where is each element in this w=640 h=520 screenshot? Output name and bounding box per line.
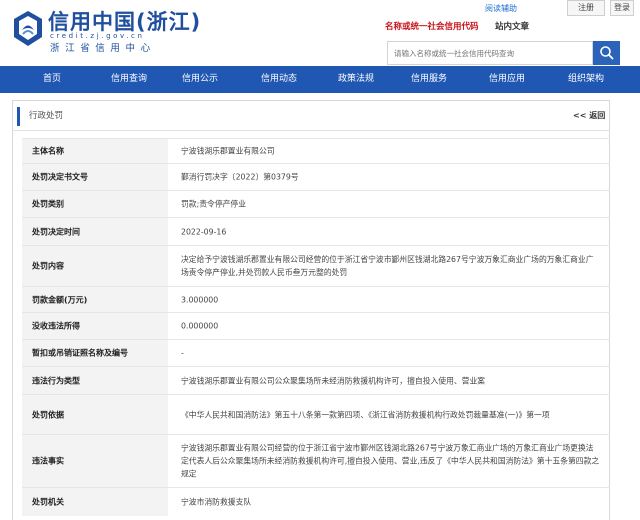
detail-row: 处罚依据 《中华人民共和国消防法》第五十八条第一款第四项、《浙江省消防救援机构行… [22, 394, 610, 434]
search-icon [600, 46, 614, 60]
search-input[interactable] [387, 41, 593, 65]
nav-item-organization[interactable]: 组织架构 [557, 66, 615, 93]
search-button[interactable] [593, 41, 620, 65]
detail-value: 宁波市消防救援支队 [181, 497, 252, 507]
detail-row: 处罚机关 宁波市消防救援支队 [22, 487, 610, 516]
detail-key: 违法事实 [32, 456, 64, 466]
site-logo-icon[interactable] [13, 10, 43, 48]
panel-accent-bar [17, 107, 20, 126]
register-button[interactable]: 注册 [567, 0, 605, 16]
detail-value: 《中华人民共和国消防法》第五十八条第一款第四项、《浙江省消防救援机构行政处罚裁量… [181, 410, 550, 419]
search-tab-articles[interactable]: 站内文章 [495, 20, 529, 32]
detail-row: 罚款金额(万元) 3.000000 [22, 286, 610, 312]
detail-key: 处罚内容 [32, 261, 64, 271]
detail-row: 主体名称 宁波钱湖乐郡置业有限公司 [22, 138, 610, 163]
site-subtitle: 浙江省信用中心 [50, 43, 156, 54]
nav-item-credit-services[interactable]: 信用服务 [400, 66, 458, 93]
detail-row: 暂扣或吊销证照名称及编号 - [22, 339, 610, 366]
panel-title: 行政处罚 [29, 111, 64, 121]
nav-item-home[interactable]: 首页 [30, 66, 74, 93]
detail-row: 违法事实 宁波钱湖乐郡置业有限公司经营的位于浙江省宁波市鄞州区钱湖北路267号宁… [22, 434, 610, 487]
detail-key: 处罚决定书文号 [32, 172, 88, 182]
detail-key: 处罚机关 [32, 497, 64, 507]
detail-value: 2022-09-16 [181, 227, 227, 236]
detail-value: 决定给予宁波钱湖乐郡置业有限公司经营的位于浙江省宁波市鄞州区钱湖北路267号宁波… [181, 255, 594, 277]
detail-key: 暂扣或吊销证照名称及编号 [32, 348, 128, 358]
detail-value: 罚款;责令停产停业 [181, 199, 247, 209]
nav-item-credit-query[interactable]: 信用查询 [100, 66, 158, 93]
detail-row: 处罚类别 罚款;责令停产停业 [22, 190, 610, 217]
detail-value: 宁波钱湖乐郡置业有限公司经营的位于浙江省宁波市鄞州区钱湖北路267号宁波万象汇商… [181, 443, 600, 479]
nav-item-credit-disclosure[interactable]: 信用公示 [171, 66, 229, 93]
site-header: 信用中国(浙江) credit.zj.gov.cn 浙江省信用中心 阅读辅助 注… [0, 0, 640, 66]
detail-key: 罚款金额(万元) [32, 295, 88, 304]
back-link[interactable]: << 返回 [573, 108, 605, 124]
detail-value: 鄞消行罚决字〔2022〕第0379号 [181, 172, 299, 182]
detail-value: 宁波钱湖乐郡置业有限公司 [181, 146, 275, 156]
detail-value: 0.000000 [181, 321, 219, 331]
detail-row: 没收违法所得 0.000000 [22, 312, 610, 339]
search-tab-credit-code[interactable]: 名称或统一社会信用代码 [385, 20, 479, 32]
detail-key: 处罚类别 [32, 199, 64, 209]
detail-value: - [181, 348, 184, 358]
detail-key: 处罚决定时间 [32, 227, 80, 236]
detail-value: 3.000000 [181, 295, 219, 304]
nav-item-policies[interactable]: 政策法规 [327, 66, 385, 93]
nav-item-credit-news[interactable]: 信用动态 [250, 66, 308, 93]
detail-key: 违法行为类型 [32, 376, 80, 385]
main-nav: 首页 信用查询 信用公示 信用动态 政策法规 信用服务 信用应用 组织架构 [0, 66, 640, 93]
nav-item-credit-applications[interactable]: 信用应用 [478, 66, 536, 93]
panel-divider [12, 130, 610, 131]
detail-value: 宁波钱湖乐郡置业有限公司公众聚集场所未经消防救援机构许可，擅自投入使用、营业案 [181, 376, 486, 385]
detail-row: 处罚决定书文号 鄞消行罚决字〔2022〕第0379号 [22, 163, 610, 190]
detail-row: 处罚内容 决定给予宁波钱湖乐郡置业有限公司经营的位于浙江省宁波市鄞州区钱湖北路2… [22, 245, 610, 286]
detail-key: 没收违法所得 [32, 321, 80, 331]
detail-row: 违法行为类型 宁波钱湖乐郡置业有限公司公众聚集场所未经消防救援机构许可，擅自投入… [22, 366, 610, 394]
detail-key: 主体名称 [32, 146, 64, 156]
detail-row: 处罚决定时间 2022-09-16 [22, 217, 610, 245]
site-url: credit.zj.gov.cn [50, 32, 145, 40]
login-button[interactable]: 登录 [610, 0, 634, 16]
detail-key: 处罚依据 [32, 410, 64, 419]
accessibility-link[interactable]: 阅读辅助 [485, 3, 517, 14]
